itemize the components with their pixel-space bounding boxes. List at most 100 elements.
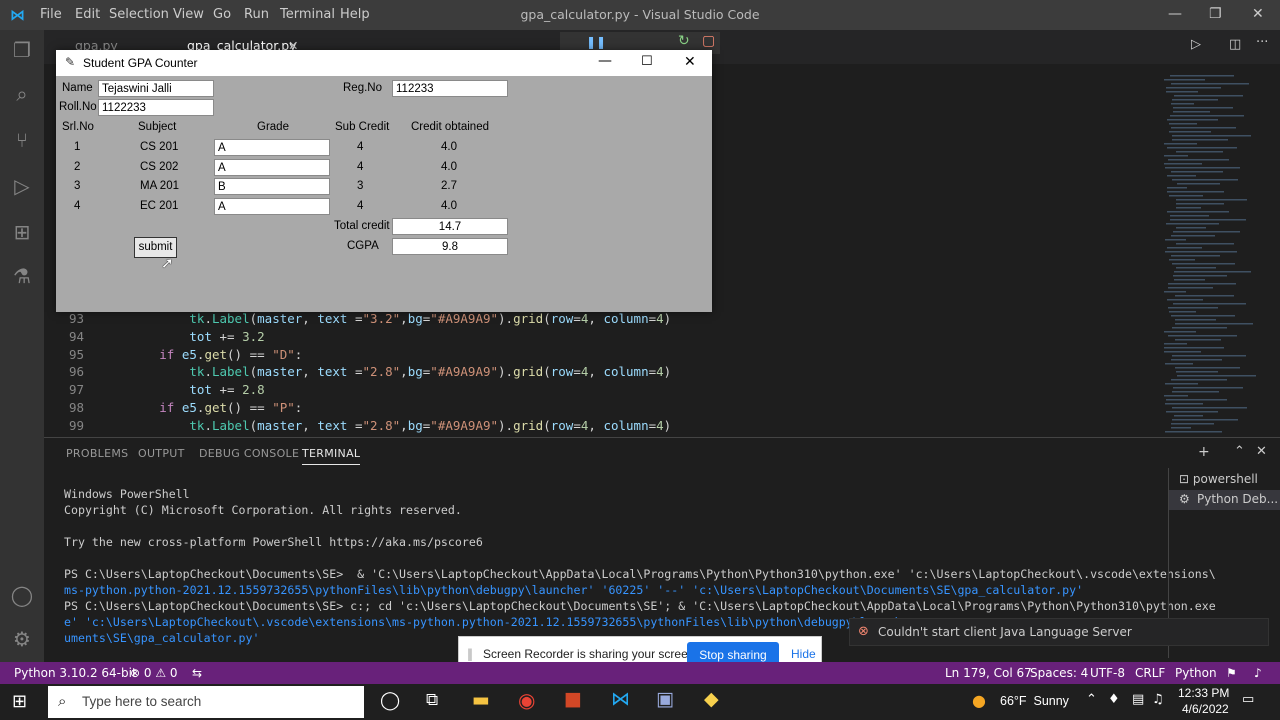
panel-maximize-icon[interactable]: ⌃ <box>1234 444 1245 459</box>
account-icon[interactable]: ◯ <box>10 583 34 607</box>
vscode-taskbar-icon[interactable]: ⋈ <box>611 688 630 710</box>
code-token: . <box>204 311 212 326</box>
file-explorer-icon[interactable]: ▬ <box>472 689 490 711</box>
volume-icon[interactable]: ♫ <box>1152 692 1164 707</box>
more-actions-icon[interactable]: ··· <box>1256 35 1268 50</box>
minimap-line <box>1169 123 1197 125</box>
notification-toast[interactable]: ⊗ Couldn't start client Java Language Se… <box>849 618 1269 646</box>
tray-chevron-icon[interactable]: ⌃ <box>1086 692 1097 707</box>
terminal-item-python-debug[interactable]: ⚙ Python Deb... <box>1169 490 1280 510</box>
code-line[interactable]: 99 tk.Label(master, text ="2.8",bg="#A9A… <box>44 418 671 433</box>
row-grade-input[interactable]: B <box>214 178 330 196</box>
minimap-line <box>1174 415 1203 417</box>
weather-icon: ● <box>972 691 986 710</box>
code-token: tk <box>189 364 205 380</box>
rollno-input[interactable]: 1122233 <box>98 99 214 116</box>
minimap-line <box>1167 147 1237 149</box>
task-view-icon[interactable]: ⧉ <box>426 690 438 710</box>
code-token: get <box>204 346 228 362</box>
status-python-interpreter[interactable]: Python 3.10.2 64-bit <box>14 666 137 680</box>
minimap-line <box>1175 295 1234 297</box>
cgpa-value[interactable]: 9.8 <box>392 238 508 255</box>
code-token: get <box>204 400 228 415</box>
minimap-line <box>1164 163 1202 165</box>
powerpoint-icon[interactable]: ■ <box>564 688 582 710</box>
run-file-icon[interactable]: ▷ <box>1191 37 1201 52</box>
notification-text: Couldn't start client Java Language Serv… <box>878 625 1132 639</box>
python-taskbar-icon[interactable]: ◆ <box>704 688 719 710</box>
vscode-titlebar: ⋈ File Edit Selection View Go Run Termin… <box>0 0 1280 30</box>
row-grade-input[interactable]: A <box>214 158 330 176</box>
chrome-icon[interactable]: ◉ <box>518 688 535 712</box>
source-control-icon[interactable]: ⑂ <box>10 128 34 152</box>
panel-close-icon[interactable]: ✕ <box>1256 444 1267 459</box>
tab-output[interactable]: OUTPUT <box>138 447 185 460</box>
terminal-item-powershell[interactable]: ⊡ powershell <box>1179 472 1258 486</box>
notifications-bell-icon[interactable]: ♪ <box>1254 666 1262 680</box>
extensions-icon[interactable]: ⊞ <box>10 220 34 244</box>
restore-icon[interactable]: ❐ <box>1209 6 1222 22</box>
status-problems[interactable]: ⊗ 0 ⚠ 0 <box>130 666 178 680</box>
testing-icon[interactable]: ⚗ <box>10 264 34 288</box>
hide-button[interactable]: Hide <box>791 647 816 661</box>
code-line[interactable]: 95 if e5.get() == "D": <box>44 347 302 362</box>
tk-close-icon[interactable]: ✕ <box>684 54 696 70</box>
total-credit-value[interactable]: 14.7 <box>392 218 508 235</box>
code-token: text <box>317 311 348 326</box>
status-language[interactable]: Python <box>1175 666 1217 680</box>
row-grade-input[interactable]: A <box>214 198 330 216</box>
tab-terminal[interactable]: TERMINAL <box>302 447 361 465</box>
code-token: ( <box>543 311 551 326</box>
restart-icon[interactable]: ↻ <box>678 33 690 49</box>
minimap-line <box>1164 79 1205 81</box>
status-eol[interactable]: CRLF <box>1135 666 1165 680</box>
run-debug-icon[interactable]: ▷ <box>10 174 34 198</box>
tk-minimize-icon[interactable]: — <box>598 53 612 69</box>
settings-gear-icon[interactable]: ⚙ <box>10 627 34 651</box>
windows-start-icon[interactable]: ⊞ <box>12 691 27 712</box>
tab-debug-console[interactable]: DEBUG CONSOLE <box>199 447 299 460</box>
taskbar-search-box[interactable]: ⌕ Type here to search <box>48 686 364 718</box>
row-sub-credit: 3 <box>357 180 364 193</box>
stop-icon[interactable]: ▢ <box>702 33 715 49</box>
microphone-icon[interactable]: ♦ <box>1108 692 1120 707</box>
clock-date[interactable]: 4/6/2022 <box>1182 702 1229 716</box>
new-terminal-icon[interactable]: + <box>1198 444 1210 460</box>
network-icon[interactable]: ▤ <box>1132 692 1144 707</box>
code-line[interactable]: 93 tk.Label(master, text ="3.2",bg="#A9A… <box>44 311 671 326</box>
action-center-icon[interactable]: ▭ <box>1242 692 1254 707</box>
feedback-icon[interactable]: ⚑ <box>1226 666 1237 680</box>
minimap-line <box>1165 383 1198 385</box>
weather-text[interactable]: 66°F Sunny <box>1000 694 1069 708</box>
code-token: . <box>204 364 212 380</box>
status-cursor-position[interactable]: Ln 179, Col 67 <box>945 666 1032 680</box>
split-editor-icon[interactable]: ◫ <box>1229 37 1241 52</box>
clock-time[interactable]: 12:33 PM <box>1178 686 1229 700</box>
row-grade-input[interactable]: A <box>214 139 330 156</box>
code-line[interactable]: 94 tot += 3.2 <box>44 329 265 344</box>
code-line[interactable]: 97 tot += 2.8 <box>44 382 265 397</box>
minimize-icon[interactable]: — <box>1168 6 1182 22</box>
minimap-line <box>1176 371 1218 373</box>
code-token: += <box>211 382 243 398</box>
row-srl-no: 4 <box>74 200 81 213</box>
minimap[interactable] <box>1160 75 1260 435</box>
cortana-icon[interactable]: ◯ <box>380 690 400 711</box>
search-icon[interactable]: ⌕ <box>10 82 34 106</box>
live-share-icon[interactable]: ⇆ <box>192 666 202 680</box>
status-indentation[interactable]: Spaces: 4 <box>1030 666 1088 680</box>
code-line[interactable]: 96 tk.Label(master, text ="2.8",bg="#A9A… <box>44 364 671 379</box>
screen-recorder-icon[interactable]: ▣ <box>656 688 674 710</box>
code-token: 3.2 <box>242 328 265 344</box>
drag-handle-icon[interactable]: ‖ <box>467 647 473 661</box>
tk-maximize-icon[interactable]: ☐ <box>641 54 653 69</box>
regno-input[interactable]: 112233 <box>392 80 508 97</box>
pause-icon[interactable]: ❚❚ <box>586 35 606 49</box>
tab-problems[interactable]: PROBLEMS <box>66 447 128 460</box>
status-encoding[interactable]: UTF-8 <box>1090 666 1125 680</box>
explorer-icon[interactable]: ❐ <box>10 38 34 62</box>
close-icon[interactable]: ✕ <box>1252 6 1264 22</box>
code-line[interactable]: 98 if e5.get() == "P": <box>44 400 302 415</box>
name-input[interactable]: Tejaswini Jalli <box>98 80 214 97</box>
tk-titlebar[interactable]: ✎ Student GPA Counter — ☐ ✕ <box>56 50 712 76</box>
